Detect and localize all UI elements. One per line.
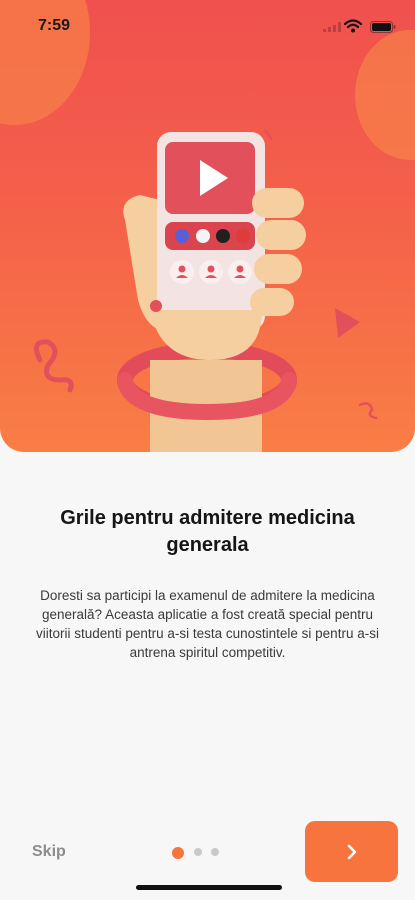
onboarding-title: Grile pentru admitere medicina generala (60, 507, 355, 556)
page-dot-active[interactable] (172, 847, 184, 859)
status-time: 7:59 (38, 17, 71, 34)
cellular-signal-icon (323, 22, 341, 32)
status-bar: 7:59 (0, 0, 415, 54)
wifi-icon (344, 19, 362, 33)
page-dot[interactable] (211, 848, 219, 856)
hero-illustration-panel: 7:59 (0, 0, 415, 452)
onboarding-description: Doresti sa participi la examenul de admi… (36, 588, 379, 660)
battery-icon (370, 21, 396, 33)
page-dot[interactable] (194, 848, 202, 856)
chevron-right-icon (347, 844, 356, 859)
phone-in-hand-illustration (33, 129, 378, 452)
home-indicator (136, 885, 282, 890)
page-indicator (172, 847, 232, 859)
skip-button[interactable]: Skip (32, 843, 66, 861)
next-button[interactable] (305, 821, 398, 882)
